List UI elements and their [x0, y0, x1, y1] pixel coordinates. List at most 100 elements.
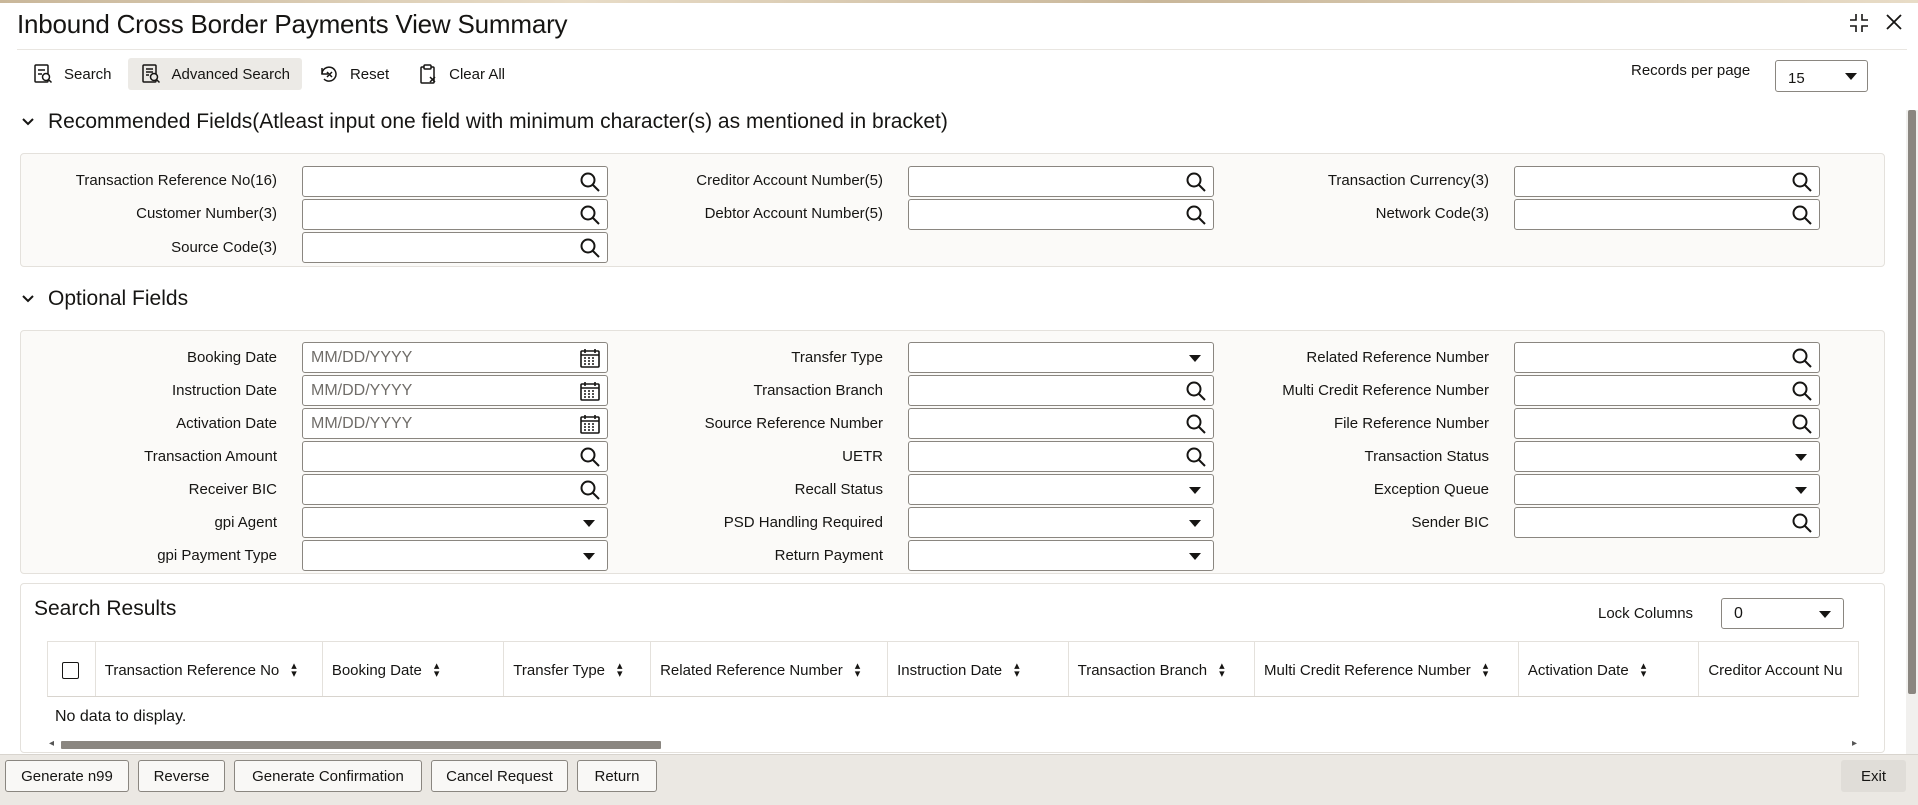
- source-ref-input[interactable]: [908, 408, 1214, 439]
- search-icon[interactable]: [1791, 204, 1813, 226]
- sort-icon[interactable]: ▴ ▾: [1641, 661, 1647, 680]
- uetr-input[interactable]: [908, 441, 1214, 472]
- search-icon[interactable]: [1185, 204, 1207, 226]
- recall-status-select[interactable]: [908, 474, 1214, 505]
- search-icon[interactable]: [579, 204, 601, 226]
- search-button[interactable]: Search: [20, 58, 124, 90]
- activation-date-input[interactable]: MM/DD/YYYY: [302, 408, 608, 439]
- column-header[interactable]: Transaction Branch ▴ ▾: [1069, 642, 1256, 696]
- source-code-input[interactable]: [302, 232, 608, 263]
- exception-queue-select[interactable]: [1514, 474, 1820, 505]
- search-icon[interactable]: [1791, 347, 1813, 369]
- search-icon[interactable]: [579, 446, 601, 468]
- sort-icon[interactable]: ▴ ▾: [291, 661, 297, 680]
- column-header[interactable]: Creditor Account Nu: [1699, 642, 1858, 696]
- txn-ref-input[interactable]: [302, 166, 608, 197]
- scrollbar-thumb[interactable]: [61, 741, 661, 749]
- reverse-button[interactable]: Reverse: [138, 760, 225, 792]
- search-icon[interactable]: [1791, 380, 1813, 402]
- close-icon[interactable]: [1884, 12, 1904, 38]
- txn-status-select[interactable]: [1514, 441, 1820, 472]
- column-header-label: Related Reference Number: [660, 661, 843, 679]
- return-payment-select[interactable]: [908, 540, 1214, 571]
- calendar-icon[interactable]: [579, 413, 601, 435]
- column-header[interactable]: Booking Date ▴ ▾: [323, 642, 505, 696]
- horizontal-scrollbar[interactable]: ◂ ▸: [47, 738, 1859, 750]
- generate-confirmation-button[interactable]: Generate Confirmation: [234, 760, 422, 792]
- txn-currency-input[interactable]: [1514, 166, 1820, 197]
- recall-status-label: Recall Status: [794, 481, 883, 498]
- sender-bic-label: Sender BIC: [1411, 514, 1489, 531]
- sort-icon[interactable]: ▴ ▾: [1483, 661, 1489, 680]
- psd-handling-select[interactable]: [908, 507, 1214, 538]
- search-icon[interactable]: [1791, 413, 1813, 435]
- instruction-date-input[interactable]: MM/DD/YYYY: [302, 375, 608, 406]
- return-button[interactable]: Return: [577, 760, 657, 792]
- calendar-icon[interactable]: [579, 347, 601, 369]
- txn-branch-input[interactable]: [908, 375, 1214, 406]
- scroll-left-icon[interactable]: ◂: [49, 738, 54, 749]
- generate-n99-button[interactable]: Generate n99: [5, 760, 129, 792]
- gpi-agent-select[interactable]: [302, 507, 608, 538]
- related-ref-input[interactable]: [1514, 342, 1820, 373]
- collapse-icon[interactable]: [1848, 12, 1870, 38]
- calendar-icon[interactable]: [579, 380, 601, 402]
- optional-fields-title: Optional Fields: [48, 287, 189, 310]
- sort-icon[interactable]: ▴ ▾: [1219, 661, 1225, 680]
- search-icon[interactable]: [1185, 446, 1207, 468]
- multi-credit-ref-input[interactable]: [1514, 375, 1820, 406]
- scroll-right-icon[interactable]: ▸: [1852, 738, 1857, 749]
- exit-button[interactable]: Exit: [1841, 760, 1906, 792]
- search-icon[interactable]: [1185, 413, 1207, 435]
- chevron-down-icon: [1819, 611, 1831, 618]
- top-decor-strip: [0, 0, 1918, 3]
- scrollbar-thumb[interactable]: [1908, 110, 1916, 694]
- txn-amount-input[interactable]: [302, 441, 608, 472]
- transfer-type-select[interactable]: [908, 342, 1214, 373]
- column-header[interactable]: Transfer Type ▴ ▾: [504, 642, 652, 696]
- booking-date-input[interactable]: MM/DD/YYYY: [302, 342, 608, 373]
- txn-amount-label: Transaction Amount: [144, 448, 277, 465]
- column-header[interactable]: Multi Credit Reference Number ▴ ▾: [1255, 642, 1519, 696]
- column-header[interactable]: Transaction Reference No ▴ ▾: [96, 642, 323, 696]
- advanced-search-button[interactable]: Advanced Search: [127, 58, 302, 90]
- receiver-bic-input[interactable]: [302, 474, 608, 505]
- search-icon[interactable]: [1791, 171, 1813, 193]
- file-ref-input[interactable]: [1514, 408, 1820, 439]
- recommended-fields-header[interactable]: Recommended Fields(Atleast input one fie…: [20, 110, 948, 134]
- debtor-acc-input[interactable]: [908, 199, 1214, 230]
- sender-bic-input[interactable]: [1514, 507, 1820, 538]
- search-icon[interactable]: [579, 479, 601, 501]
- creditor-acc-label: Creditor Account Number(5): [696, 172, 883, 189]
- receiver-bic-label: Receiver BIC: [188, 481, 277, 498]
- sort-icon[interactable]: ▴ ▾: [617, 661, 623, 680]
- search-icon[interactable]: [1791, 512, 1813, 534]
- column-header-label: Booking Date: [331, 661, 422, 679]
- reset-button[interactable]: Reset: [306, 58, 401, 90]
- sort-icon[interactable]: ▴ ▾: [855, 661, 861, 680]
- network-code-input[interactable]: [1514, 199, 1820, 230]
- sort-icon[interactable]: ▴ ▾: [1014, 661, 1020, 680]
- uetr-label: UETR: [842, 448, 883, 465]
- customer-no-input[interactable]: [302, 199, 608, 230]
- cancel-request-button[interactable]: Cancel Request: [431, 760, 568, 792]
- clear-all-button[interactable]: Clear All: [405, 58, 517, 90]
- column-header[interactable]: Instruction Date ▴ ▾: [888, 642, 1069, 696]
- booking-date-placeholder: MM/DD/YYYY: [311, 349, 413, 366]
- creditor-acc-input[interactable]: [908, 166, 1214, 197]
- chevron-down-icon: [22, 295, 34, 303]
- select-all-checkbox[interactable]: [62, 661, 79, 679]
- search-icon[interactable]: [579, 171, 601, 193]
- records-per-page-select[interactable]: 15: [1775, 60, 1868, 92]
- advanced-search-icon: [141, 64, 160, 84]
- sort-icon[interactable]: ▴ ▾: [434, 661, 440, 680]
- column-header[interactable]: Related Reference Number ▴ ▾: [651, 642, 889, 696]
- lock-columns-select[interactable]: 0: [1721, 598, 1844, 629]
- optional-fields-header[interactable]: Optional Fields: [20, 287, 188, 311]
- search-icon[interactable]: [1185, 380, 1207, 402]
- gpi-payment-type-select[interactable]: [302, 540, 608, 571]
- column-header[interactable]: Activation Date ▴ ▾: [1519, 642, 1700, 696]
- search-icon[interactable]: [579, 237, 601, 259]
- search-icon[interactable]: [1185, 171, 1207, 193]
- vertical-scrollbar[interactable]: [1906, 110, 1918, 755]
